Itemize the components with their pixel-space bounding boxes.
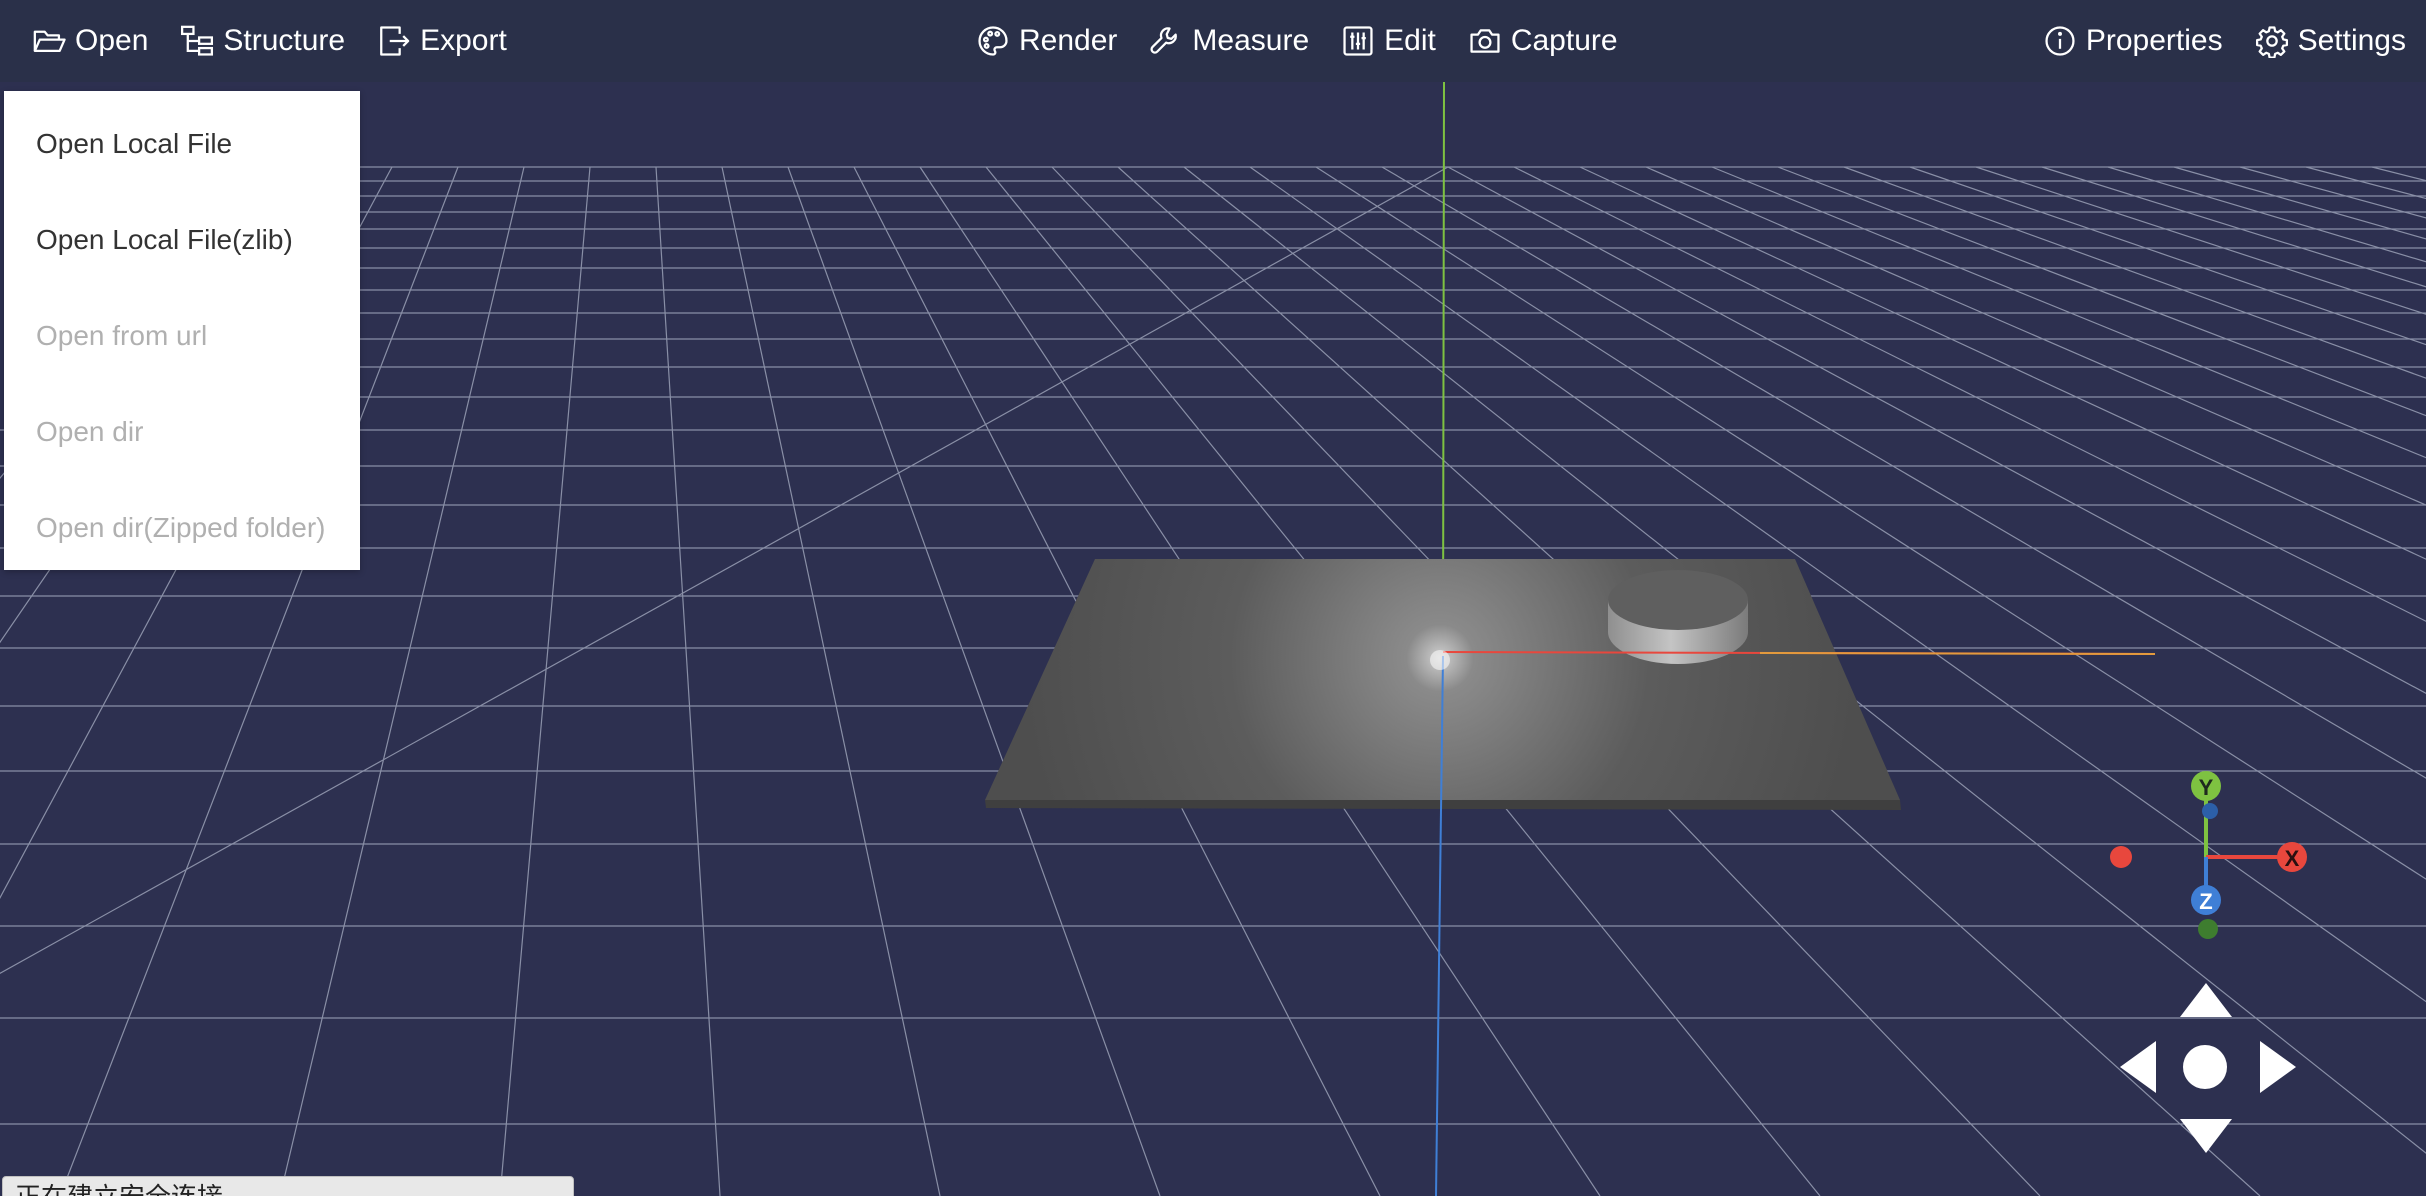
open-button-label: Open [75,24,149,57]
structure-button[interactable]: Structure [164,0,361,82]
palette-icon [978,26,1008,56]
light-hotspot [1430,650,1450,670]
gizmo-x-label: X [2285,846,2300,871]
settings-button-label: Settings [2297,24,2406,57]
camera-nav-pad [2110,975,2300,1175]
gizmo-neg-y-dot[interactable] [2198,919,2218,939]
cylinder-model[interactable] [1608,570,1748,664]
3d-viewport[interactable]: Y X Z [0,82,2426,1196]
gizmo-z[interactable]: Z [2191,885,2221,915]
menu-open-dir-zipped: Open dir(Zipped folder) [36,512,326,543]
menu-open-local-file-zlib[interactable]: Open Local File(zlib) [4,192,360,288]
scene-canvas[interactable]: Y X Z [0,82,2426,1196]
structure-tree-icon [181,25,214,56]
gizmo-z-label: Z [2199,889,2212,914]
open-dropdown-menu: Open Local File Open Local File(zlib) Op… [4,91,360,570]
measure-button-label: Measure [1192,24,1310,57]
export-button[interactable]: Export [361,0,523,82]
properties-button[interactable]: Properties [2027,0,2239,82]
capture-button-label: Capture [1510,24,1618,57]
nav-down-arrow-icon[interactable] [2180,1119,2232,1153]
gizmo-neg-z-dot[interactable] [2202,803,2218,819]
main-toolbar: Open Structure Export Render Measure Edi… [0,0,2426,82]
structure-button-label: Structure [223,24,346,57]
toolbar-left-group: Open Structure Export [16,0,523,82]
export-button-label: Export [420,24,507,57]
toolbar-right-group: Properties Settings [2027,0,2422,82]
toolbar-center-group: Render Measure Edit Capture [960,0,1634,82]
edit-button[interactable]: Edit [1325,0,1452,82]
gizmo-x[interactable]: X [2277,842,2307,872]
settings-button[interactable]: Settings [2239,0,2422,82]
camera-icon [1470,29,1500,53]
gear-icon [2255,26,2288,58]
app-root: Open Structure Export Render Measure Edi… [0,0,2426,1196]
nav-center-button[interactable] [2183,1045,2227,1089]
export-icon [380,26,410,56]
capture-button[interactable]: Capture [1452,0,1634,82]
menu-open-local-file[interactable]: Open Local File [4,96,360,192]
nav-right-arrow-icon[interactable] [2260,1041,2296,1093]
gizmo-y[interactable]: Y [2191,771,2221,801]
wrench-icon [1150,27,1178,54]
menu-open-from-url: Open from url [36,320,208,351]
nav-up-arrow-icon[interactable] [2180,983,2232,1017]
gizmo-neg-x-dot[interactable] [2110,846,2132,868]
edit-button-label: Edit [1384,24,1436,57]
folder-open-icon [33,30,66,53]
connection-status-bar: 正在建立安全连接... [2,1176,574,1196]
open-button[interactable]: Open [16,0,164,82]
gizmo-y-label: Y [2199,775,2214,800]
nav-left-arrow-icon[interactable] [2120,1041,2156,1093]
render-button[interactable]: Render [960,0,1133,82]
render-button-label: Render [1019,24,1118,57]
sliders-icon [1343,26,1373,56]
menu-open-dir: Open dir [36,416,144,447]
measure-button[interactable]: Measure [1133,0,1325,82]
properties-button-label: Properties [2085,24,2223,57]
info-icon [2045,26,2075,56]
scene-axis-x-far [1759,652,2156,655]
